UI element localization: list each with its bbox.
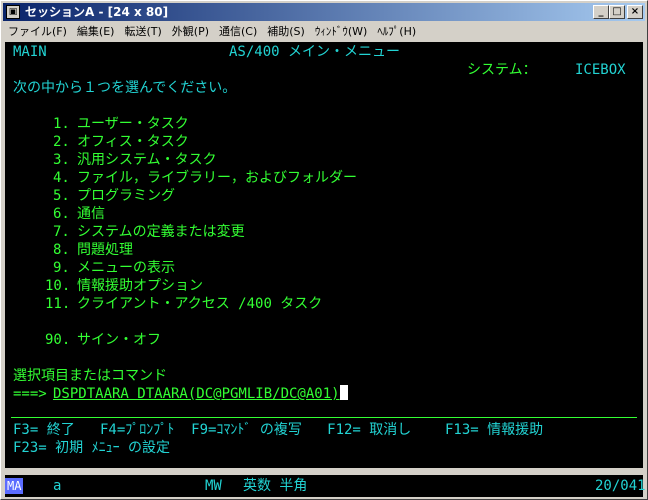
- option-number: 10.: [45, 278, 71, 294]
- command-line-input[interactable]: DSPDTAARA DTAARA(DC@PGMLIB/DC@A01): [53, 385, 348, 403]
- option-number: 7.: [53, 224, 70, 240]
- function-keys-line-1: F3= 終了 F4=ﾌﾟﾛﾝﾌﾟﾄ F9=ｺﾏﾝﾄﾞ の複写 F12= 取消し …: [13, 422, 544, 438]
- option-number: 5.: [53, 188, 70, 204]
- menu-bar: ファイル(F) 編集(E) 転送(T) 外観(P) 通信(C) 補助(S) ｳｨﾝﾄﾞｳ(W…: [3, 22, 645, 42]
- text-cursor: [339, 385, 348, 400]
- menu-window[interactable]: ｳｨﾝﾄﾞｳ(W): [310, 22, 372, 42]
- menu-communication[interactable]: 通信(C): [214, 22, 262, 42]
- terminal-screen[interactable]: MAIN AS/400 メイン・メニュー システム： ICEBOX 次の中から１…: [5, 42, 643, 468]
- option-number: 2.: [53, 134, 70, 150]
- command-prompt: ===>: [13, 386, 47, 402]
- menu-appearance[interactable]: 外観(P): [167, 22, 214, 42]
- system-name: ICEBOX: [575, 62, 626, 78]
- emulator-window: ▣ セッションA - [24 x 80] _ □ × ファイル(F) 編集(E) 転…: [0, 0, 648, 500]
- menu-file[interactable]: ファイル(F): [3, 22, 72, 42]
- maximize-button[interactable]: □: [609, 5, 625, 19]
- window-title: セッションA - [24 x 80]: [25, 5, 169, 19]
- command-label: 選択項目またはコマンド: [13, 368, 167, 384]
- option-label: オフィス・タスク: [77, 134, 189, 150]
- command-value: DSPDTAARA DTAARA(DC@PGMLIB/DC@A01): [53, 386, 340, 402]
- option-number: 90.: [45, 332, 71, 348]
- option-number: 9.: [53, 260, 70, 276]
- menu-assist[interactable]: 補助(S): [262, 22, 310, 42]
- option-number: 6.: [53, 206, 70, 222]
- input-mode-indicator: 英数 半角: [243, 478, 308, 494]
- instruction-text: 次の中から１つを選んでください。: [13, 80, 237, 96]
- option-label: システムの定義または変更: [77, 224, 245, 240]
- mw-indicator: MW: [205, 478, 222, 494]
- option-label: ユーザー・タスク: [77, 116, 189, 132]
- close-button[interactable]: ×: [627, 5, 643, 19]
- ma-indicator: MA: [5, 478, 24, 494]
- option-label: サイン・オフ: [77, 332, 161, 348]
- terminal-session-icon[interactable]: ▣: [6, 5, 20, 19]
- menu-edit[interactable]: 編集(E): [72, 22, 120, 42]
- option-label: 情報援助オプション: [77, 278, 203, 294]
- cursor-position: 20/041: [595, 478, 646, 494]
- minimize-button[interactable]: _: [593, 5, 609, 19]
- option-number: 4.: [53, 170, 70, 186]
- option-number: 11.: [45, 296, 71, 312]
- separator-line: [11, 417, 637, 418]
- option-label: 通信: [77, 206, 105, 222]
- option-label: クライアント・アクセス /400 タスク: [77, 296, 323, 312]
- option-label: 汎用システム・タスク: [77, 152, 217, 168]
- session-indicator: a: [53, 478, 62, 494]
- option-number: 8.: [53, 242, 70, 258]
- option-number: 1.: [53, 116, 70, 132]
- title-bar[interactable]: ▣ セッションA - [24 x 80] _ □ ×: [3, 3, 645, 21]
- function-keys-line-2: F23= 初期 ﾒﾆｭｰ の設定: [13, 440, 171, 456]
- option-label: 問題処理: [77, 242, 133, 258]
- option-label: ファイル，ライブラリー，およびフォルダー: [77, 170, 357, 186]
- status-bar: MA a MW 英数 半角 20/041: [5, 475, 646, 497]
- menu-help[interactable]: ﾍﾙﾌﾟ(H): [372, 22, 421, 42]
- system-label: システム：: [467, 62, 537, 78]
- option-label: メニューの表示: [77, 260, 175, 276]
- option-label: プログラミング: [77, 188, 175, 204]
- menu-id: MAIN: [13, 44, 47, 60]
- screen-title: AS/400 メイン・メニュー: [229, 44, 401, 60]
- option-number: 3.: [53, 152, 70, 168]
- menu-transfer[interactable]: 転送(T): [119, 22, 166, 42]
